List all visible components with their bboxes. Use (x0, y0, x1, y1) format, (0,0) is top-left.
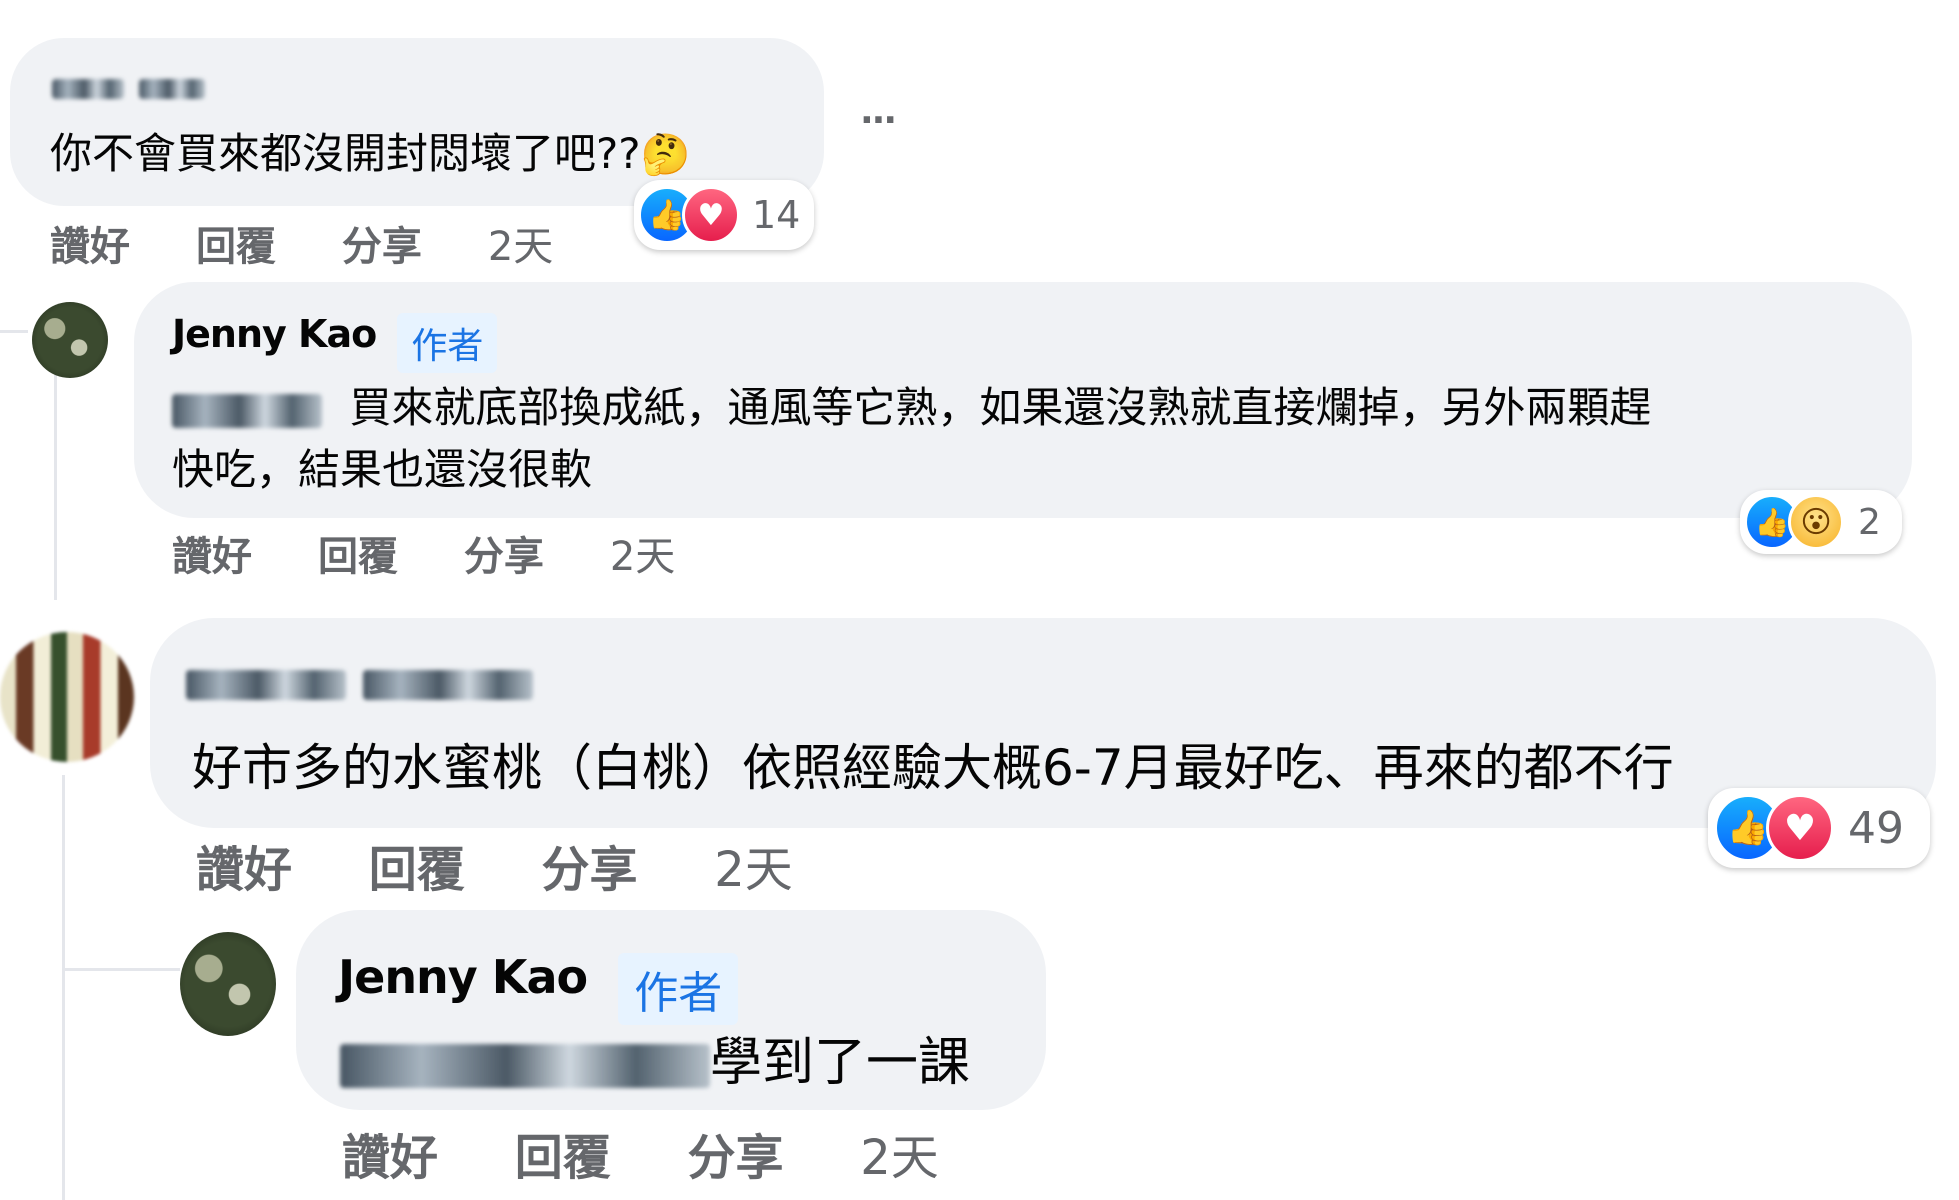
author-badge: 作者 (618, 952, 739, 1025)
avatar[interactable] (0, 632, 134, 762)
avatar[interactable] (180, 932, 276, 1036)
avatar[interactable] (32, 302, 108, 378)
love-icon: ♥ (1766, 794, 1834, 862)
reaction-summary[interactable]: 👍 ♥ 49 (1708, 788, 1930, 868)
love-icon: ♥ (682, 186, 740, 244)
author-name[interactable]: Jenny Kao (172, 312, 377, 356)
reply-button[interactable]: 回覆 (318, 524, 398, 582)
comment-text: 買來就底部換成紙，通風等它熟，如果還沒熟就直接爛掉，另外兩顆趕 (349, 383, 1652, 432)
comment-bubble: Jenny Kao 作者 買來就底部換成紙，通風等它熟，如果還沒熟就直接爛掉，另… (134, 282, 1912, 518)
share-button[interactable]: 分享 (342, 214, 422, 272)
like-button[interactable]: 讚好 (172, 524, 252, 582)
comment-text-line2: 快吃，結果也還沒很軟 (172, 445, 593, 494)
comment-actions: 讚好 回覆 分享 2天 (172, 524, 675, 582)
share-button[interactable]: 分享 (541, 830, 637, 900)
like-button[interactable]: 讚好 (342, 1118, 438, 1188)
comment-actions: 讚好 回覆 分享 2天 (50, 214, 553, 272)
comment-text: 你不會買來都沒開封悶壞了吧?? (50, 129, 641, 178)
timestamp[interactable]: 2天 (488, 214, 553, 272)
like-button[interactable]: 讚好 (196, 830, 292, 900)
like-button[interactable]: 讚好 (50, 214, 130, 272)
reaction-summary[interactable]: 👍 ♥ 14 (634, 180, 814, 250)
thread-line (62, 968, 180, 971)
thread-line (62, 775, 65, 1200)
mention-redacted[interactable] (172, 393, 322, 428)
comment-actions: 讚好 回覆 分享 2天 (342, 1118, 939, 1188)
comment-bubble: Jenny Kao 作者 學到了一課 (296, 910, 1046, 1110)
mention-redacted[interactable] (340, 1044, 710, 1088)
thinking-emoji-icon: 🤔 (640, 132, 691, 178)
reaction-count: 49 (1848, 802, 1904, 854)
reaction-summary[interactable]: 👍 😮 2 (1740, 490, 1902, 554)
reaction-count: 14 (752, 193, 801, 237)
thread-line (0, 330, 28, 333)
comment-actions: 讚好 回覆 分享 2天 (196, 830, 793, 900)
timestamp[interactable]: 2天 (714, 830, 793, 900)
reply-button[interactable]: 回覆 (515, 1118, 611, 1188)
author-name[interactable]: Jenny Kao (338, 950, 588, 1004)
reply-button[interactable]: 回覆 (369, 830, 465, 900)
comment-text: 學到了一課 (710, 1033, 971, 1093)
share-button[interactable]: 分享 (464, 524, 544, 582)
comment-text: 好市多的水蜜桃（白桃）依照經驗大概6-7月最好吃、再來的都不行 (192, 739, 1674, 797)
reaction-count: 2 (1858, 501, 1881, 543)
reply-button[interactable]: 回覆 (196, 214, 276, 272)
timestamp[interactable]: 2天 (610, 524, 675, 582)
author-name-redacted[interactable] (52, 78, 206, 99)
more-options-button[interactable]: ··· (860, 100, 897, 141)
wow-icon: 😮 (1788, 494, 1844, 550)
share-button[interactable]: 分享 (687, 1118, 783, 1188)
author-name-redacted[interactable] (186, 670, 534, 700)
timestamp[interactable]: 2天 (860, 1118, 939, 1188)
comment-bubble: 好市多的水蜜桃（白桃）依照經驗大概6-7月最好吃、再來的都不行 (150, 618, 1936, 828)
author-badge: 作者 (397, 312, 498, 373)
